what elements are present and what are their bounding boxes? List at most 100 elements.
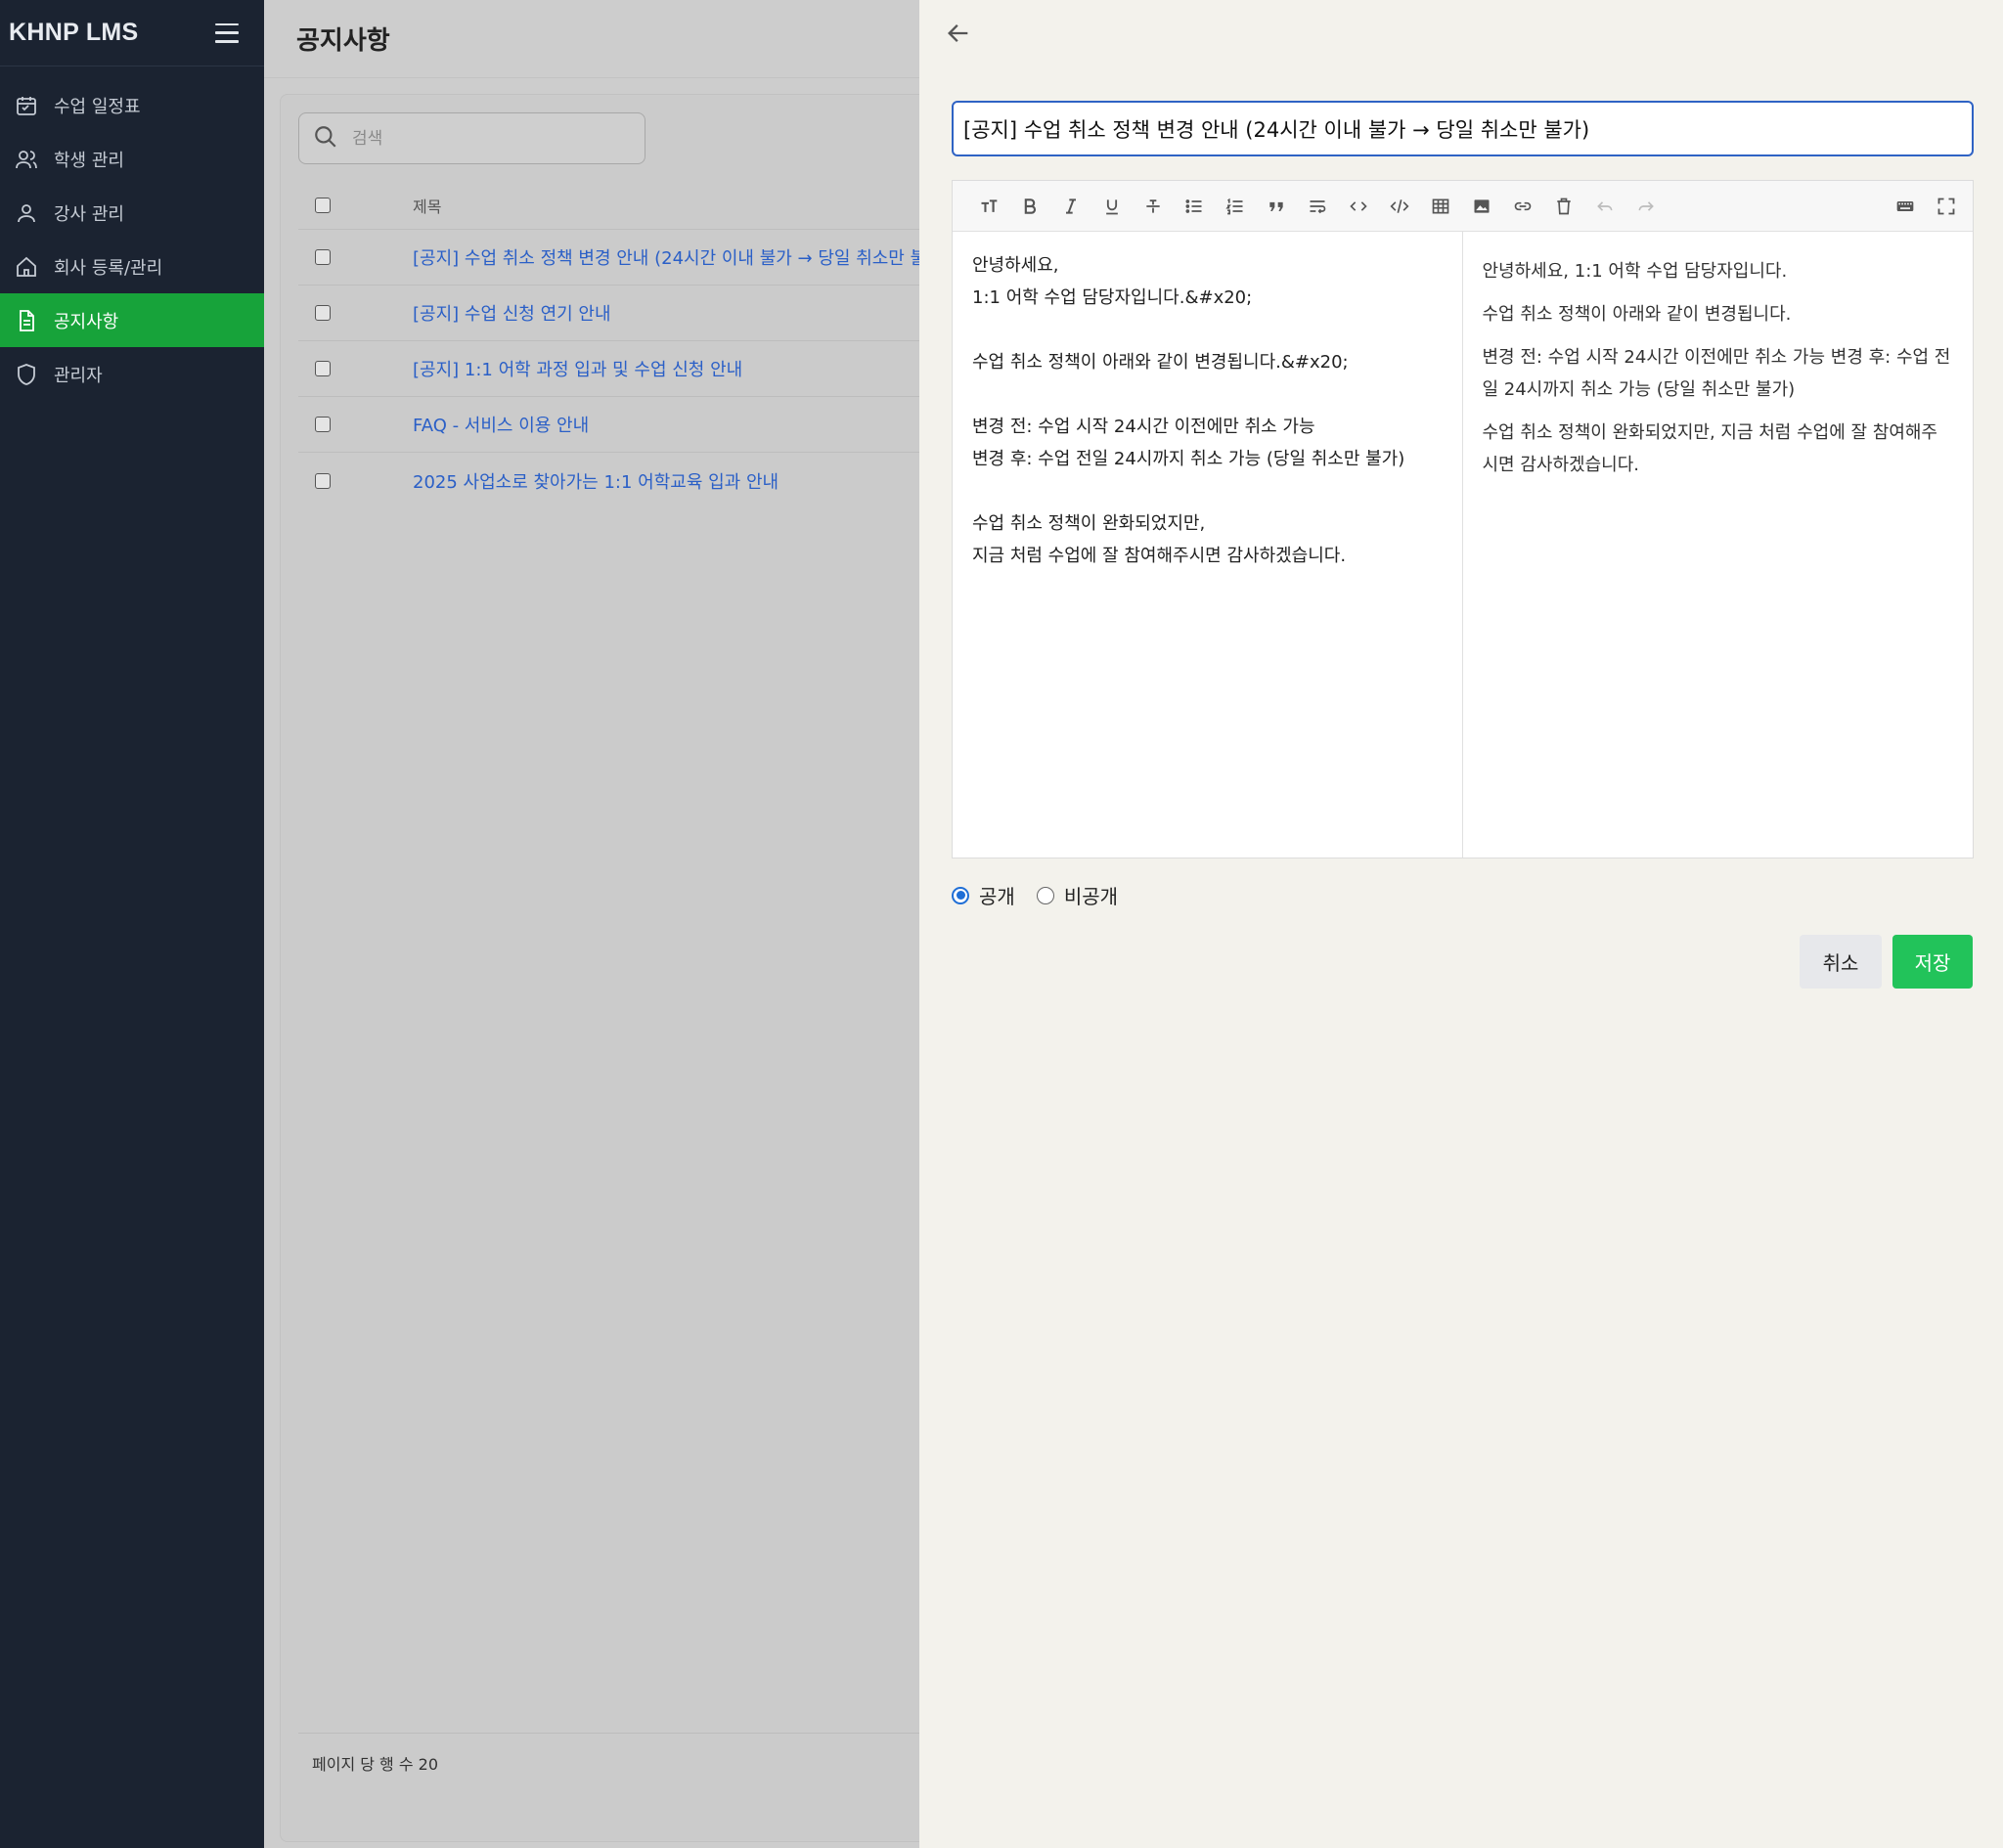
edit-drawer: 안녕하세요, 1:1 어학 수업 담당자입니다.&#x20; 수업 취소 정책이… <box>919 0 2003 1848</box>
visibility-radio-group: 공개 비공개 <box>952 881 1139 909</box>
users-icon <box>15 148 38 171</box>
menu-toggle-icon[interactable] <box>215 22 239 43</box>
sidebar-item-label: 학생 관리 <box>54 150 124 171</box>
row-checkbox[interactable] <box>315 249 331 265</box>
page-title: 공지사항 <box>296 26 390 56</box>
sidebar-item-companies[interactable]: 회사 등록/관리 <box>0 240 264 293</box>
image-icon[interactable] <box>1461 190 1502 223</box>
save-button[interactable]: 저장 <box>1892 935 1973 989</box>
title-input[interactable] <box>952 101 1974 156</box>
notice-title-link[interactable]: 2025 사업소로 찾아가는 1:1 어학교육 입과 안내 <box>413 468 779 494</box>
strikethrough-icon[interactable] <box>1133 190 1174 223</box>
fullscreen-icon[interactable] <box>1926 190 1967 223</box>
source-line <box>972 314 1443 346</box>
sidebar-item-label: 회사 등록/관리 <box>54 257 163 279</box>
home-icon <box>15 255 38 279</box>
italic-icon[interactable] <box>1050 190 1091 223</box>
shield-icon <box>15 363 38 386</box>
source-line <box>972 475 1443 507</box>
sidebar-header: KHNP LMS <box>0 0 264 66</box>
column-header-title: 제목 <box>413 197 442 216</box>
keyboard-icon[interactable] <box>1885 190 1926 223</box>
sidebar-item-admin[interactable]: 관리자 <box>0 347 264 401</box>
undo-icon[interactable] <box>1584 190 1625 223</box>
notice-title-link[interactable]: [공지] 수업 취소 정책 변경 안내 (24시간 이내 불가 → 당일 취소만… <box>413 244 950 270</box>
back-button[interactable] <box>941 16 976 51</box>
source-line: 변경 전: 수업 시작 24시간 이전에만 취소 가능 <box>972 417 1315 437</box>
markdown-preview-pane: 안녕하세요, 1:1 어학 수업 담당자입니다. 수업 취소 정책이 아래와 같… <box>1463 232 1974 858</box>
notice-table: 제목 [공지] 수업 취소 정책 변경 안내 (24시간 이내 불가 → 당일 … <box>298 181 965 508</box>
editor-panes: 안녕하세요, 1:1 어학 수업 담당자입니다.&#x20; 수업 취소 정책이… <box>953 232 1973 858</box>
trash-icon[interactable] <box>1543 190 1584 223</box>
table-icon[interactable] <box>1420 190 1461 223</box>
editor-toolbar <box>953 181 1973 232</box>
redo-icon[interactable] <box>1625 190 1667 223</box>
source-line: 변경 후: 수업 전일 24시까지 취소 가능 (당일 취소만 불가) <box>972 449 1405 469</box>
numbered-list-icon[interactable] <box>1215 190 1256 223</box>
cancel-button[interactable]: 취소 <box>1800 935 1882 989</box>
search-input[interactable] <box>352 128 606 149</box>
sidebar-item-label: 관리자 <box>54 365 103 386</box>
sidebar-item-notices[interactable]: 공지사항 <box>0 293 264 347</box>
table-row: 2025 사업소로 찾아가는 1:1 어학교육 입과 안내 <box>298 453 965 508</box>
row-checkbox[interactable] <box>315 472 331 489</box>
sidebar-item-label: 강사 관리 <box>54 203 124 225</box>
table-row: FAQ - 서비스 이용 안내 <box>298 397 965 453</box>
sidebar-item-schedule[interactable]: 수업 일정표 <box>0 78 264 132</box>
main-header: 공지사항 <box>264 0 919 78</box>
bold-icon[interactable] <box>1009 190 1050 223</box>
notice-title-link[interactable]: FAQ - 서비스 이용 안내 <box>413 412 589 437</box>
search-box <box>298 112 645 164</box>
private-radio-label[interactable]: 비공개 <box>1064 881 1118 909</box>
table-row: [공지] 1:1 어학 과정 입과 및 수업 신청 안내 <box>298 341 965 397</box>
markdown-source-pane[interactable]: 안녕하세요, 1:1 어학 수업 담당자입니다.&#x20; 수업 취소 정책이… <box>953 232 1463 858</box>
notice-list-card: 제목 [공지] 수업 취소 정책 변경 안내 (24시간 이내 불가 → 당일 … <box>280 94 965 1842</box>
source-line <box>972 378 1443 411</box>
preview-paragraph: 수업 취소 정책이 아래와 같이 변경됩니다. <box>1482 304 1792 325</box>
public-radio[interactable] <box>952 886 969 904</box>
table-footer-divider <box>298 1733 965 1734</box>
preview-paragraph: 안녕하세요, 1:1 어학 수업 담당자입니다. <box>1482 261 1788 282</box>
document-icon <box>15 309 38 332</box>
preview-paragraph: 수업 취소 정책이 완화되었지만, 지금 처럼 수업에 잘 참여해주시면 감사하… <box>1482 422 1938 475</box>
row-checkbox[interactable] <box>315 361 331 376</box>
preview-paragraph: 변경 전: 수업 시작 24시간 이전에만 취소 가능 변경 후: 수업 전일 … <box>1482 347 1951 400</box>
code-icon[interactable] <box>1338 190 1379 223</box>
text-wrap-icon[interactable] <box>1297 190 1338 223</box>
sidebar-nav: 수업 일정표 학생 관리 강사 관리 회사 등록/관리 공지사항 관리자 <box>0 78 264 401</box>
arrow-left-icon <box>948 24 968 42</box>
calendar-icon <box>15 94 38 117</box>
sidebar-item-students[interactable]: 학생 관리 <box>0 132 264 186</box>
source-line: 1:1 어학 수업 담당자입니다.&#x20; <box>972 287 1253 308</box>
bullet-list-icon[interactable] <box>1174 190 1215 223</box>
notice-title-link[interactable]: [공지] 수업 신청 연기 안내 <box>413 300 611 326</box>
source-line: 안녕하세요, <box>972 255 1059 276</box>
link-icon[interactable] <box>1502 190 1543 223</box>
heading-icon[interactable] <box>968 190 1009 223</box>
select-all-checkbox[interactable] <box>315 197 331 213</box>
main-content: 공지사항 제목 [공지] 수업 취소 정책 변경 안내 (24시간 이내 불가 … <box>264 0 965 1848</box>
code-block-icon[interactable] <box>1379 190 1420 223</box>
sidebar-item-instructors[interactable]: 강사 관리 <box>0 186 264 240</box>
source-line: 수업 취소 정책이 아래와 같이 변경됩니다.&#x20; <box>972 352 1349 373</box>
markdown-editor: 안녕하세요, 1:1 어학 수업 담당자입니다.&#x20; 수업 취소 정책이… <box>952 180 1974 858</box>
blockquote-icon[interactable] <box>1256 190 1297 223</box>
sidebar: KHNP LMS 수업 일정표 학생 관리 강사 관리 회사 등록/관리 공지사… <box>0 0 264 1848</box>
underline-icon[interactable] <box>1091 190 1133 223</box>
sidebar-item-label: 공지사항 <box>54 311 119 332</box>
user-icon <box>15 201 38 225</box>
sidebar-item-label: 수업 일정표 <box>54 96 141 117</box>
search-icon <box>313 124 352 154</box>
rows-per-page[interactable]: 페이지 당 행 수 20 <box>312 1751 438 1775</box>
private-radio[interactable] <box>1036 886 1054 904</box>
notice-title-link[interactable]: [공지] 1:1 어학 과정 입과 및 수업 신청 안내 <box>413 356 742 381</box>
table-row: [공지] 수업 신청 연기 안내 <box>298 286 965 341</box>
source-line: 지금 처럼 수업에 잘 참여해주시면 감사하겠습니다. <box>972 546 1347 566</box>
row-checkbox[interactable] <box>315 305 331 321</box>
table-header: 제목 <box>298 181 965 230</box>
brand-logo: KHNP LMS <box>9 19 139 46</box>
table-row: [공지] 수업 취소 정책 변경 안내 (24시간 이내 불가 → 당일 취소만… <box>298 230 965 286</box>
source-line: 수업 취소 정책이 완화되었지만, <box>972 513 1206 534</box>
public-radio-label[interactable]: 공개 <box>979 881 1015 909</box>
row-checkbox[interactable] <box>315 417 331 432</box>
